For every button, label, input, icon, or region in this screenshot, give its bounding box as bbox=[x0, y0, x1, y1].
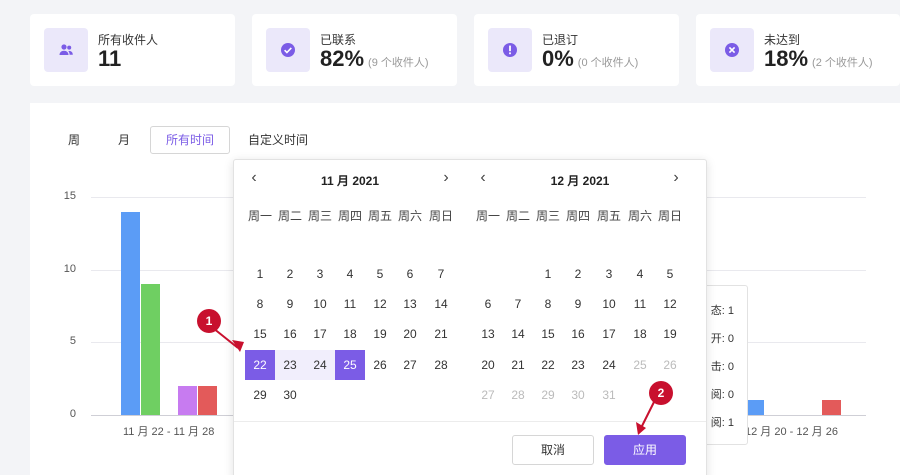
annotation-arrows bbox=[212, 327, 655, 435]
annotation-arrowhead-1 bbox=[232, 340, 244, 352]
annotation-arrowhead-2 bbox=[636, 422, 646, 435]
annotation-marker-1: 1 bbox=[197, 309, 221, 333]
annotation-marker-2: 2 bbox=[649, 381, 673, 405]
annotation-arrow-1 bbox=[212, 327, 239, 349]
